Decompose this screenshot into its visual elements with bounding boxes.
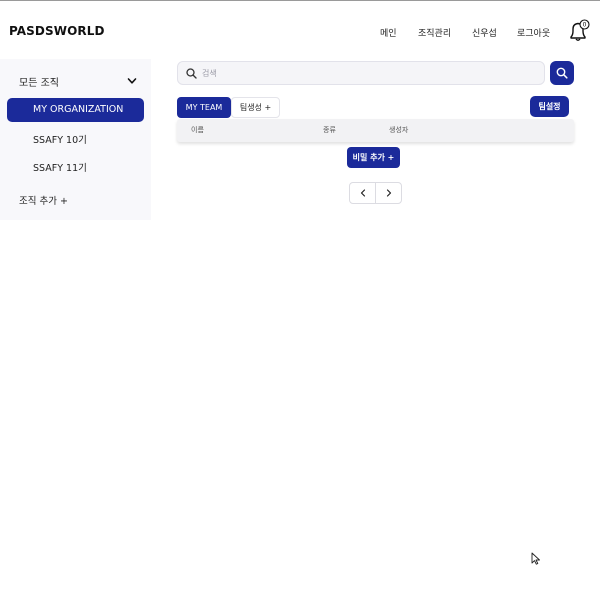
column-header-type[interactable]: 종류 [323,125,336,135]
tab-create-team[interactable]: 팀생성 + [231,97,280,118]
search-button[interactable] [550,61,574,85]
sidebar-item-label: MY ORGANIZATION [33,104,124,115]
team-settings-button[interactable]: 팀설정 [530,96,569,117]
chevron-left-icon [360,189,366,197]
bell-icon: 0 [570,19,590,41]
chevron-down-icon [127,78,137,84]
sidebar-item-my-organization[interactable]: MY ORGANIZATION [7,98,144,122]
prev-page-button[interactable] [350,183,376,203]
sidebar-item-ssafy-11[interactable]: SSAFY 11기 [7,154,144,178]
sidebar-item-label: SSAFY 11기 [33,163,87,174]
nav-logout[interactable]: 로그아웃 [517,26,550,39]
add-organization-button[interactable]: 조직 추가 + [19,193,68,207]
notification-count: 0 [583,22,587,29]
chevron-right-icon [386,189,392,197]
add-secret-button[interactable]: 비밀 추가 + [347,147,400,168]
notification-button[interactable]: 0 [567,19,591,43]
pagination [349,182,402,204]
tab-my-team[interactable]: MY TEAM [177,97,231,118]
search-box [177,61,545,85]
sidebar: 모든 조직 MY ORGANIZATION SSAFY 10기 SSAFY 11… [0,59,151,220]
secrets-table: 이름 종류 생성자 [177,119,574,142]
mouse-cursor-icon [531,552,540,565]
nav-user-name[interactable]: 신우섭 [472,26,497,39]
app-logo[interactable]: PASDSWORLD [9,24,105,38]
sidebar-group-label: 모든 조직 [19,78,59,89]
sidebar-group-header[interactable]: 모든 조직 [0,67,151,95]
search-icon [556,67,568,79]
nav-main[interactable]: 메인 [380,26,397,39]
app-header: PASDSWORLD 메인 조직관리 신우섭 로그아웃 0 [0,1,600,59]
search-input[interactable] [202,66,532,81]
search-icon [186,68,197,79]
column-header-name[interactable]: 이름 [191,125,204,135]
sidebar-item-ssafy-10[interactable]: SSAFY 10기 [7,126,144,150]
nav-org-management[interactable]: 조직관리 [418,26,451,39]
next-page-button[interactable] [376,183,402,203]
sidebar-item-label: SSAFY 10기 [33,135,87,146]
column-header-creator[interactable]: 생성자 [389,125,408,135]
